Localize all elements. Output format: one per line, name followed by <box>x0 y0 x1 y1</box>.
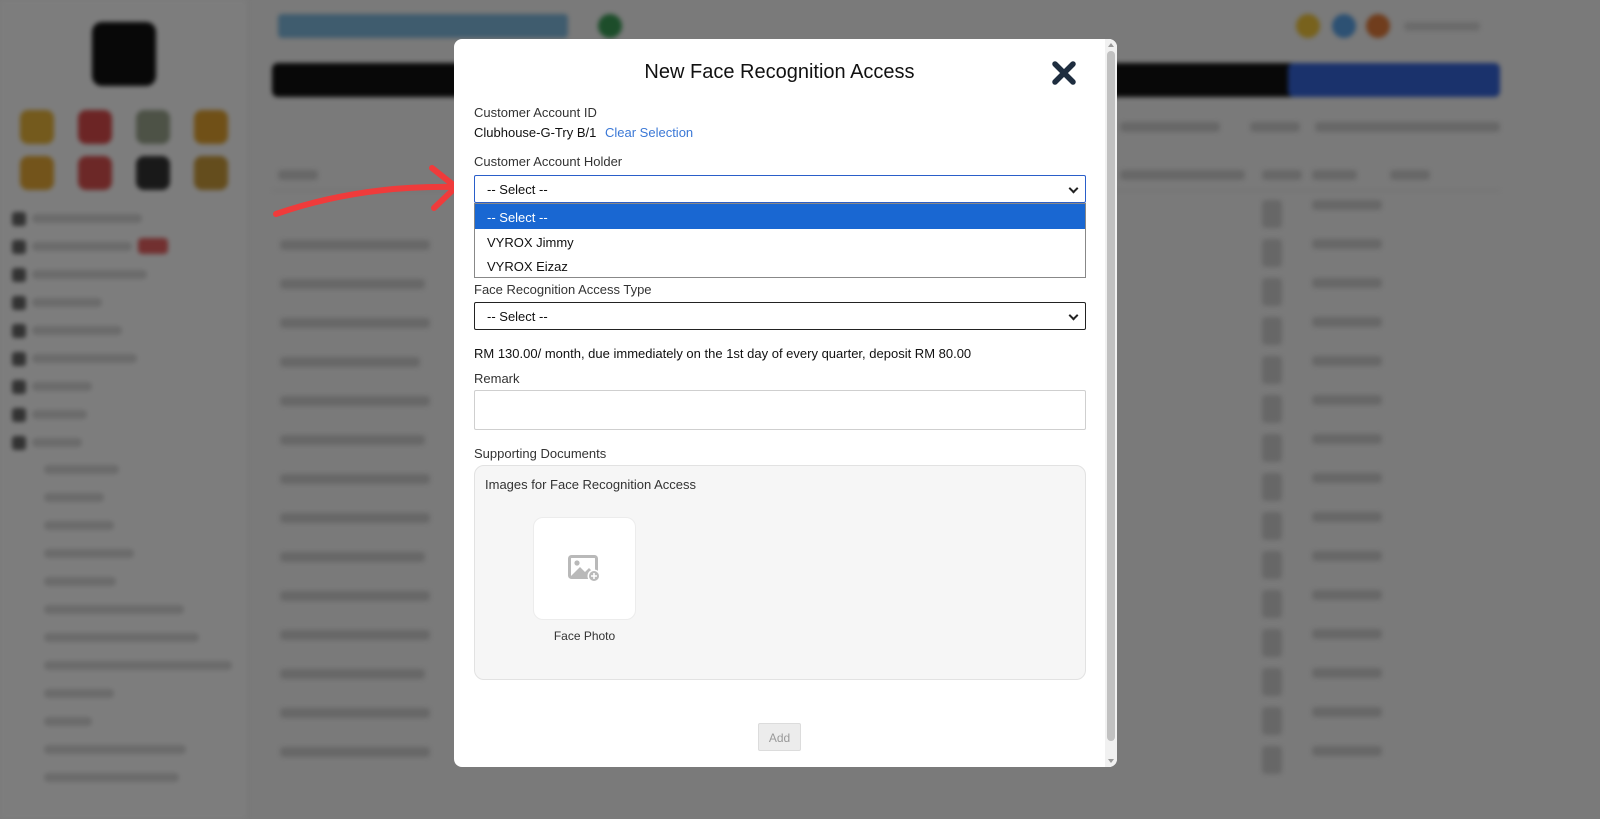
chevron-down-icon <box>1068 310 1079 321</box>
access-type-select[interactable]: -- Select -- <box>474 302 1086 330</box>
dropdown-option[interactable]: -- Select -- <box>475 204 1085 229</box>
customer-account-holder-label: Customer Account Holder <box>474 154 623 169</box>
new-face-recognition-access-modal: New Face Recognition Access Customer Acc… <box>454 39 1117 767</box>
scrollbar-thumb[interactable] <box>1107 51 1115 741</box>
modal-title: New Face Recognition Access <box>644 61 915 83</box>
supporting-documents-label: Supporting Documents <box>474 446 607 461</box>
customer-account-holder-selected: -- Select -- <box>487 182 548 197</box>
close-icon[interactable] <box>1050 59 1078 87</box>
annotation-arrow-icon <box>273 165 459 217</box>
face-photo-upload[interactable] <box>533 517 636 620</box>
dropdown-option[interactable]: VYROX Jimmy <box>475 229 1085 254</box>
customer-account-id-label: Customer Account ID <box>474 105 597 120</box>
remark-textarea[interactable] <box>474 390 1086 430</box>
images-section-title: Images for Face Recognition Access <box>485 477 696 492</box>
supporting-documents-panel: Images for Face Recognition Access Face … <box>474 465 1086 680</box>
pricing-note: RM 130.00/ month, due immediately on the… <box>474 346 972 361</box>
clear-selection-link[interactable]: Clear Selection <box>605 125 693 140</box>
modal-scrollbar[interactable] <box>1105 39 1117 767</box>
dropdown-option[interactable]: VYROX Eizaz <box>475 253 1085 278</box>
chevron-down-icon <box>1068 183 1079 194</box>
image-add-icon <box>568 555 601 583</box>
remark-label: Remark <box>474 371 520 386</box>
scroll-down-icon[interactable] <box>1108 759 1114 763</box>
add-button[interactable]: Add <box>758 723 801 751</box>
face-photo-caption: Face Photo <box>553 629 616 643</box>
scroll-up-icon[interactable] <box>1108 43 1114 47</box>
customer-account-id-value: Clubhouse-G-Try B/1 <box>474 125 597 140</box>
customer-account-holder-dropdown: -- Select -- VYROX Jimmy VYROX Eizaz <box>474 203 1086 278</box>
customer-account-holder-select[interactable]: -- Select -- <box>474 175 1086 203</box>
access-type-label: Face Recognition Access Type <box>474 282 652 297</box>
access-type-selected: -- Select -- <box>487 309 548 324</box>
